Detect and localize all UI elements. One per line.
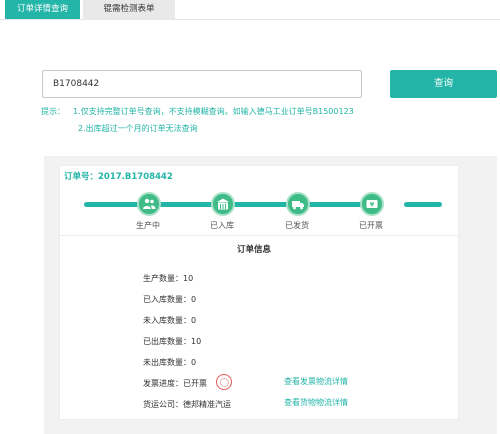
carrier-company: 货运公司：德邦精准汽运: [143, 400, 231, 409]
invoice-icon: ¥: [366, 200, 378, 209]
card-divider: [60, 235, 458, 236]
order-number: 订单号：2017.B1708442: [64, 172, 173, 182]
not-in-stock-qty: 未入库数量：0: [143, 316, 197, 325]
hint-line-1: 提示： 1.仅支持完整订单号查询，不支持模糊查询。如输入德马工业订单号B15001…: [41, 106, 354, 117]
order-number-input[interactable]: [42, 70, 362, 98]
tab-bar: 订单详情查询 锟需检测表单: [0, 0, 500, 20]
warehouse-icon: [217, 198, 229, 210]
hint-prefix: 提示：: [41, 107, 65, 116]
tab-inspection-form[interactable]: 锟需检测表单: [83, 0, 175, 19]
step-label-warehouse: 已入库: [210, 221, 234, 230]
invoice-logistics-link[interactable]: 查看发票物流详情: [284, 376, 348, 387]
tab-order-query[interactable]: 订单详情查询: [5, 0, 80, 19]
step-warehouse-circle: [211, 192, 235, 216]
shipped-qty: 已出库数量：10: [143, 337, 202, 346]
step-label-invoiced: 已开票: [359, 221, 383, 230]
step-label-shipped: 已发货: [285, 221, 309, 230]
step-production-circle: [137, 192, 161, 216]
produced-qty: 生产数量：10: [143, 274, 194, 283]
hint-text-2: 2.出库超过一个月的订单无法查询: [78, 124, 198, 133]
hint-text-1: 1.仅支持完整订单号查询，不支持模糊查询。如输入德马工业订单号B1500123: [73, 107, 354, 116]
step-shipping-circle: [286, 192, 310, 216]
invoice-status: 发票进度：已开票: [143, 379, 207, 388]
people-icon: [143, 198, 156, 209]
step-label-production: 生产中: [136, 221, 160, 230]
order-info-title: 订单信息: [237, 245, 272, 255]
not-shipped-qty: 未出库数量：0: [143, 358, 197, 367]
in-stock-qty: 已入库数量：0: [143, 295, 197, 304]
progress-track-tail: [404, 202, 442, 207]
invoice-stamp-icon: [216, 374, 232, 390]
search-button[interactable]: 查询: [390, 70, 497, 98]
step-invoice-circle: ¥: [360, 192, 384, 216]
cargo-logistics-link[interactable]: 查看货物物流详情: [284, 397, 348, 408]
truck-icon: [292, 201, 304, 210]
